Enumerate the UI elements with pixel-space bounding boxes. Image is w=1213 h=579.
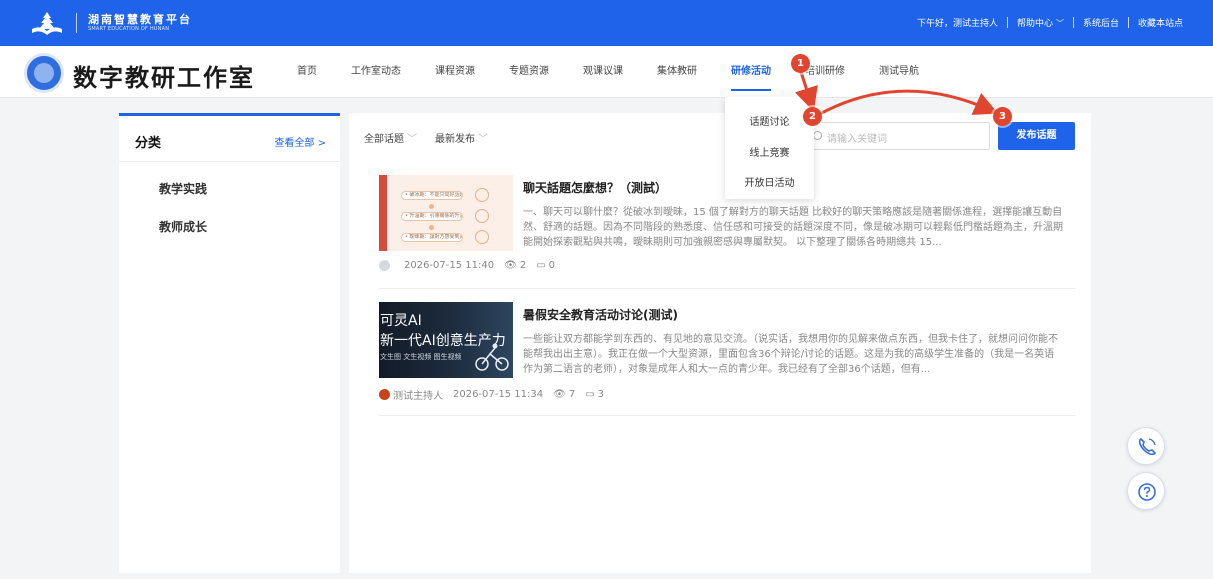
category-sidebar: 分类 查看全部 > 教学实践 教师成长	[119, 113, 340, 573]
comment-count: 0	[548, 260, 556, 271]
sidebar-item-teacher-growth[interactable]: 教师成长	[159, 218, 207, 235]
comment-count: 3	[597, 389, 605, 400]
divider	[379, 415, 1076, 416]
post-datetime: 2026-07-15 11:40	[404, 260, 495, 271]
book-logo-icon	[32, 12, 62, 35]
divider	[379, 288, 1076, 289]
help-center-label: 帮助中心	[1016, 19, 1053, 29]
thumbnail-text: • 破冰期：不能只問好話題	[401, 191, 463, 200]
topic-filter-dropdown[interactable]: 全部话题 ﹀	[364, 130, 417, 145]
help-button[interactable]	[1127, 472, 1165, 510]
thumbnail-text: • 曖昧期：讓對方感受到真誠	[401, 233, 463, 242]
publish-topic-button[interactable]: 发布话题	[998, 122, 1075, 150]
nav-item-group-research[interactable]: 集体教研	[657, 46, 697, 98]
view-count: 2	[519, 260, 527, 271]
avatar	[379, 389, 390, 400]
topic-filter-label: 全部话题	[364, 134, 404, 145]
cyclist-icon	[475, 343, 509, 371]
thumbnail-text: • 升溫期：引導關係的升溫	[401, 212, 463, 221]
divider	[1006, 17, 1008, 28]
sort-label: 最新发布	[435, 134, 475, 145]
post-title[interactable]: 聊天話題怎麼想？（測試）	[523, 179, 667, 196]
divider	[1127, 17, 1129, 28]
nav-item-studio-news[interactable]: 工作室动态	[351, 46, 401, 98]
divider	[1072, 17, 1074, 28]
top-bar: 湖南智慧教育平台 SMART EDUCATION OF HUNAN 下午好，测试…	[0, 0, 1213, 46]
bookmark-link[interactable]: 收藏本站点	[1138, 16, 1183, 29]
post-meta: 测试主持人 2026-07-15 11:34 👁 7 ▭ 3	[379, 387, 614, 402]
eye-icon: 👁	[504, 260, 517, 271]
menu-item-topic-discussion[interactable]: 话题讨论	[725, 113, 814, 128]
thumbnail-text: 文生图 文生视频 图生视频	[380, 353, 462, 361]
chat-icon	[475, 209, 489, 223]
help-center-link[interactable]: 帮助中心 ﹀	[1017, 16, 1064, 29]
list-item[interactable]: • 破冰期：不能只問好話題 • 升溫期：引導關係的升溫 • 曖昧期：讓對方感受到…	[364, 175, 1076, 289]
site-header: 数字教研工作室 首页 工作室动态 课程资源 专题资源 观课议课 集体教研 研修活…	[0, 46, 1213, 98]
greeting: 下午好，测试主持人	[916, 19, 998, 29]
nav-item-training-activities[interactable]: 研修活动	[731, 46, 771, 98]
chevron-down-icon: ﹀	[1055, 19, 1064, 28]
eye-icon: 👁	[553, 389, 566, 400]
divider	[119, 161, 340, 162]
step-marker-2: 2	[803, 107, 822, 126]
step-marker-1: 1	[791, 54, 810, 73]
nav-item-test-nav[interactable]: 测试导航	[879, 46, 919, 98]
sidebar-item-teaching-practice[interactable]: 教学实践	[159, 180, 207, 197]
post-author: 测试主持人	[393, 391, 443, 402]
nav-item-home[interactable]: 首页	[297, 46, 317, 98]
comment-icon: ▭	[585, 389, 595, 400]
avatar	[379, 260, 390, 271]
list-item[interactable]: 可灵AI 新一代AI创意生产力 文生图 文生视频 图生视频 暑假安全教育活动讨论…	[364, 302, 1076, 416]
admin-link[interactable]: 系统后台	[1083, 16, 1119, 29]
post-thumbnail: 可灵AI 新一代AI创意生产力 文生图 文生视频 图生视频	[379, 302, 513, 378]
post-meta: 2026-07-15 11:40 👁 2 ▭ 0	[379, 260, 565, 271]
platform-name-en: SMART EDUCATION OF HUNAN	[88, 26, 170, 32]
nav-item-lesson-review[interactable]: 观课议课	[583, 46, 623, 98]
comment-icon: ▭	[536, 260, 546, 271]
post-thumbnail: • 破冰期：不能只問好話題 • 升溫期：引導關係的升溫 • 曖昧期：讓對方感受到…	[379, 175, 513, 251]
search-placeholder: 请输入关键词	[827, 134, 887, 145]
post-datetime: 2026-07-15 11:34	[453, 389, 544, 400]
chevron-down-icon: ﹀	[478, 134, 488, 145]
sidebar-title: 分类	[135, 136, 162, 151]
menu-item-online-competition[interactable]: 线上竞赛	[725, 144, 814, 159]
phone-support-button[interactable]	[1127, 427, 1165, 465]
thumbnail-text: 可灵AI	[380, 313, 422, 329]
post-title[interactable]: 暑假安全教育活动讨论(测试)	[523, 306, 678, 323]
training-activities-dropdown: 话题讨论 线上竞赛 开放日活动	[725, 97, 814, 199]
view-all-link[interactable]: 查看全部 >	[274, 134, 326, 149]
post-excerpt: 一、聊天可以聊什麼？從破冰到曖昧，15 個了解對方的聊天話題 比較好的聊天策略應…	[523, 207, 1063, 248]
topic-list-panel: 全部话题 ﹀ 最新发布 ﹀ 请输入关键词 发布话题 • 破冰期：不能只問好話題 • …	[349, 113, 1091, 573]
thumbnail-accent	[379, 175, 387, 251]
search-icon	[813, 131, 822, 140]
chevron-down-icon: ﹀	[407, 134, 417, 145]
heart-icon	[475, 230, 489, 244]
studio-logo-icon	[24, 53, 64, 93]
platform-name: 湖南智慧教育平台	[88, 13, 192, 26]
filter-bar: 全部话题 ﹀ 最新发布 ﹀	[364, 130, 506, 145]
main-nav: 首页 工作室动态 课程资源 专题资源 观课议课 集体教研 研修活动 培训研修 测…	[280, 46, 936, 98]
phone-icon	[1138, 438, 1156, 456]
thumbnail-dot	[429, 204, 434, 209]
view-count: 7	[568, 389, 576, 400]
question-icon	[1138, 483, 1156, 501]
search-input[interactable]: 请输入关键词	[804, 122, 990, 150]
thumbnail-dot	[429, 225, 434, 230]
topbar-links: 下午好，测试主持人 帮助中心 ﹀ 系统后台 收藏本站点	[917, 16, 1183, 29]
menu-item-open-day[interactable]: 开放日活动	[725, 174, 814, 189]
chat-icon	[475, 188, 489, 202]
step-marker-3: 3	[993, 107, 1012, 126]
sort-dropdown[interactable]: 最新发布 ﹀	[435, 130, 488, 145]
nav-item-training[interactable]: 培训研修	[805, 46, 845, 98]
post-excerpt: 一些能让双方都能学到东西的、有见地的意见交流。（说实话，我想用你的见解来做点东西…	[523, 334, 1058, 375]
nav-item-topic-resources[interactable]: 专题资源	[509, 46, 549, 98]
studio-title: 数字教研工作室	[73, 63, 255, 92]
logo-divider	[76, 13, 77, 33]
nav-item-course-resources[interactable]: 课程资源	[435, 46, 475, 98]
